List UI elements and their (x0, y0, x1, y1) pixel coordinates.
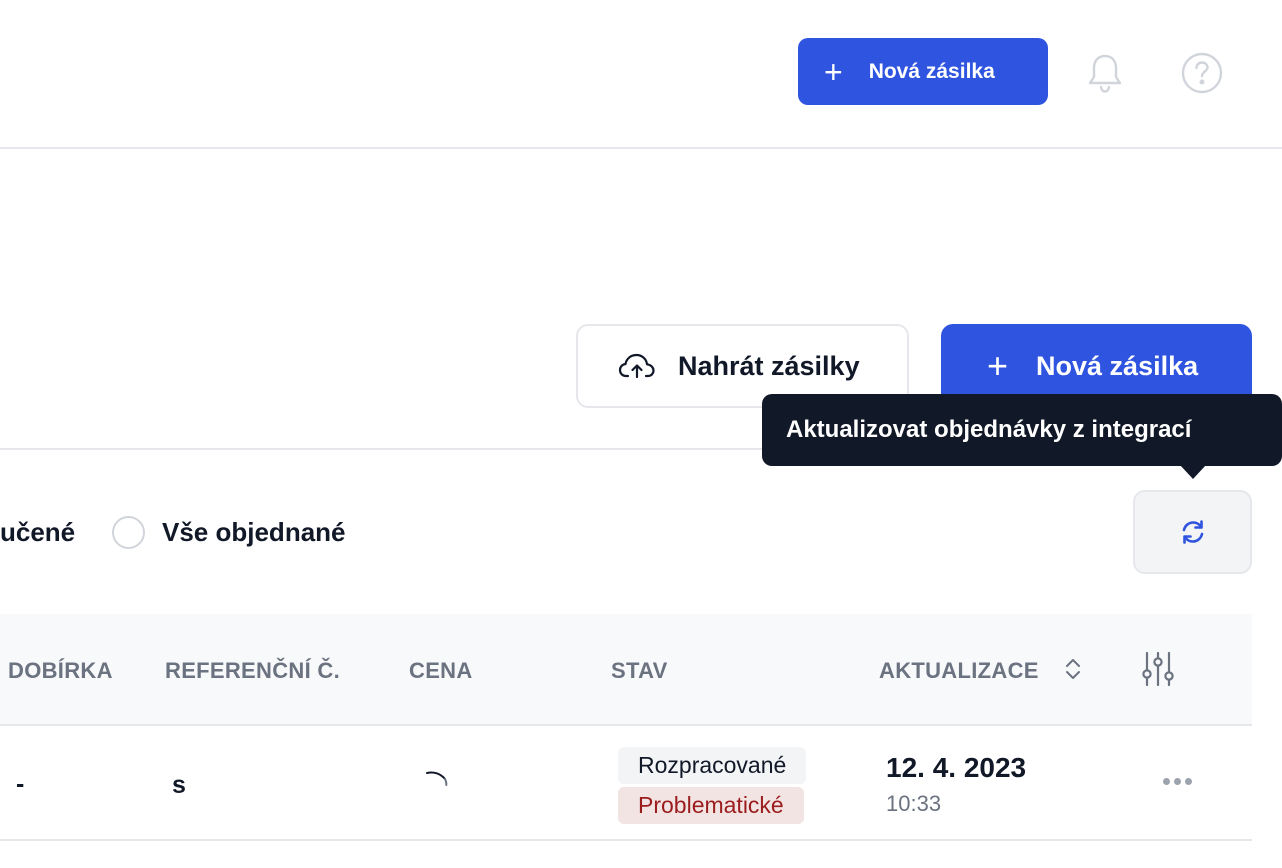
table-row[interactable] (0, 728, 1252, 841)
column-header-reference[interactable]: REFERENČNÍ Č. (165, 658, 340, 684)
column-settings-icon[interactable] (1140, 650, 1176, 688)
tooltip-text: Aktualizovat objednávky z integrací (786, 416, 1192, 443)
column-header-updated[interactable]: AKTUALIZACE (879, 658, 1039, 684)
column-header-status[interactable]: STAV (611, 658, 668, 684)
header-new-shipment-button[interactable]: + Nová zásilka (798, 38, 1048, 105)
plus-icon: + (987, 345, 1009, 386)
cell-reference: s (172, 771, 186, 799)
top-bar: + Nová zásilka (0, 0, 1282, 149)
refresh-tooltip: Aktualizovat objednávky z integrací (762, 394, 1282, 466)
cloud-upload-icon (618, 353, 655, 379)
plus-icon: + (824, 53, 843, 90)
new-shipment-label: Nová zásilka (1036, 350, 1199, 381)
filter-label-previous: učené (0, 516, 76, 547)
upload-shipments-label: Nahrát zásilky (678, 350, 860, 381)
more-actions-icon[interactable] (1163, 778, 1192, 785)
filter-label-all-ordered: Vše objednané (162, 516, 346, 547)
filter-option-all-ordered[interactable]: Vše objednané (112, 514, 346, 550)
updated-date: 12. 4. 2023 (886, 752, 1027, 783)
cell-cod: - (16, 770, 25, 798)
updated-time: 10:33 (886, 791, 942, 816)
column-header-price[interactable]: CENA (409, 658, 473, 684)
filter-option-previous[interactable]: učené (0, 514, 75, 550)
bell-icon[interactable] (1086, 52, 1124, 94)
radio-button[interactable] (112, 515, 145, 549)
status-badge-problem: Problematické (618, 787, 804, 824)
refresh-integrations-button[interactable] (1133, 490, 1252, 574)
loading-spinner-icon (426, 771, 448, 786)
sort-icon[interactable] (1063, 656, 1083, 682)
refresh-icon (1182, 520, 1203, 544)
help-circle-icon[interactable] (1180, 51, 1224, 95)
status-badge: Rozpracované (618, 747, 807, 784)
column-header-cod[interactable]: DOBÍRKA (8, 658, 113, 684)
tooltip-arrow (1180, 465, 1206, 479)
header-new-shipment-label: Nová zásilka (868, 59, 995, 83)
